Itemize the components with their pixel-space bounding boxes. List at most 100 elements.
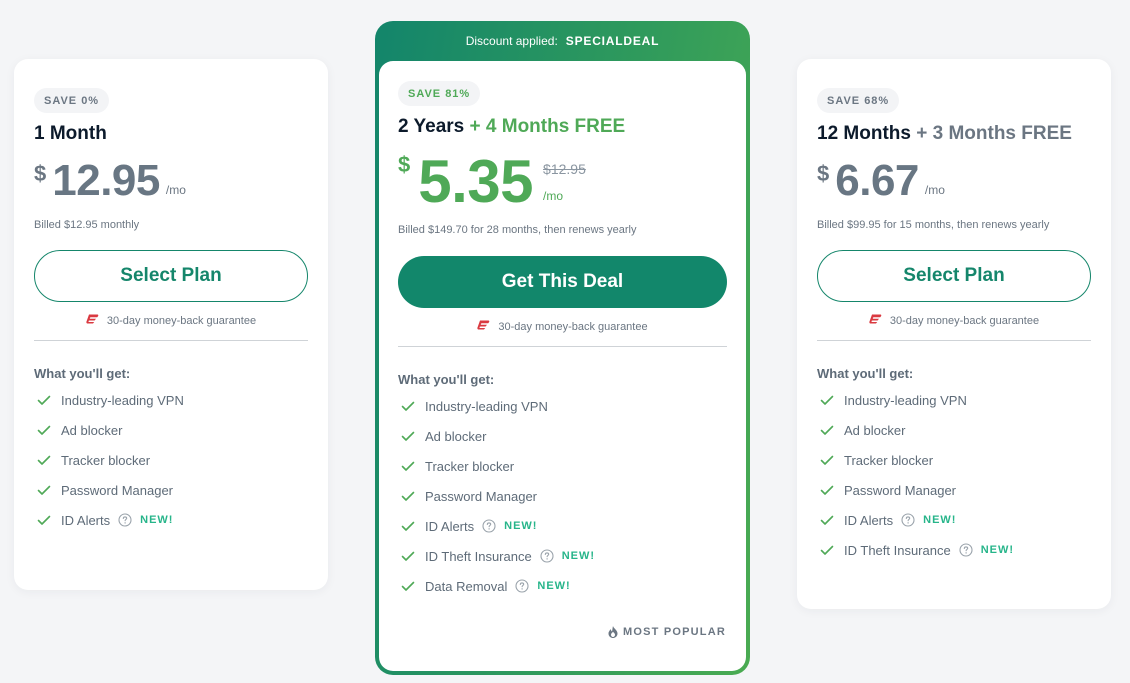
features-heading: What you'll get:: [398, 372, 495, 387]
feature-list: Industry-leading VPN Ad blocker Tracker bl…: [398, 391, 727, 601]
price: $ 6.67 /mo: [817, 159, 1091, 209]
new-badge: NEW!: [923, 514, 957, 526]
feature-item: ID Theft Insurance NEW!: [398, 541, 727, 571]
price-period: /mo: [924, 183, 945, 197]
guarantee-text: 30-day money-back guarantee: [889, 314, 1040, 327]
divider: [817, 340, 1091, 341]
check-icon: [820, 425, 834, 435]
feature-label: Password Manager: [61, 482, 173, 498]
get-this-deal-button[interactable]: Get This Deal: [398, 256, 727, 308]
discount-code: SPECIALDEAL: [565, 34, 660, 48]
feature-label: Password Manager: [844, 482, 956, 498]
billing-note: Billed $12.95 monthly: [34, 219, 140, 231]
price-amount: 6.67: [835, 156, 919, 205]
check-icon: [37, 485, 51, 495]
money-back-guarantee: 30-day money-back guarantee: [398, 320, 727, 333]
select-plan-button[interactable]: Select Plan: [34, 250, 308, 302]
save-badge: SAVE 0%: [34, 88, 110, 113]
feature-item: ID Alerts NEW!: [817, 505, 1091, 535]
feature-item: ID Alerts NEW!: [398, 511, 727, 541]
price: $ 5.35 $12.95 /mo: [398, 152, 727, 214]
guarantee-logo-icon: [477, 320, 490, 333]
feature-item: Password Manager: [34, 475, 308, 505]
feature-item: Ad blocker: [817, 415, 1091, 445]
select-plan-button[interactable]: Select Plan: [817, 250, 1091, 302]
discount-label: Discount applied:: [465, 34, 558, 48]
feature-label: Password Manager: [425, 488, 537, 504]
help-icon[interactable]: [482, 519, 496, 533]
new-badge: NEW!: [980, 544, 1015, 556]
help-icon[interactable]: [515, 579, 529, 593]
feature-item: Ad blocker: [34, 415, 308, 445]
feature-label: Industry-leading VPN: [844, 392, 967, 408]
plan-title: 1 Month: [34, 123, 308, 145]
check-icon: [401, 551, 415, 561]
feature-label: ID Alerts: [61, 512, 111, 528]
help-icon[interactable]: [118, 513, 132, 527]
feature-label: Industry-leading VPN: [61, 392, 184, 408]
feature-item: Industry-leading VPN: [817, 385, 1091, 415]
guarantee-text: 30-day money-back guarantee: [498, 320, 648, 333]
check-icon: [401, 581, 415, 591]
feature-item: Password Manager: [398, 481, 727, 511]
price-period: /mo: [543, 189, 564, 203]
feature-label: ID Theft Insurance: [425, 548, 532, 564]
money-back-guarantee: 30-day money-back guarantee: [34, 314, 308, 327]
help-icon[interactable]: [540, 549, 554, 563]
new-badge: NEW!: [561, 550, 596, 562]
guarantee-text: 30-day money-back guarantee: [106, 314, 257, 327]
original-price: $12.95: [543, 161, 586, 177]
check-icon: [401, 431, 415, 441]
feature-label: ID Theft Insurance: [844, 542, 951, 558]
check-icon: [401, 461, 415, 471]
plan-duration: 1 Month: [34, 123, 107, 144]
check-icon: [37, 455, 51, 465]
feature-item: ID Theft Insurance NEW!: [817, 535, 1091, 565]
feature-label: Tracker blocker: [61, 452, 151, 468]
check-icon: [401, 521, 415, 531]
check-icon: [820, 515, 834, 525]
check-icon: [820, 545, 834, 555]
plan-duration: 12 Months: [817, 123, 911, 144]
money-back-guarantee: 30-day money-back guarantee: [817, 314, 1091, 327]
feature-item: Data Removal NEW!: [398, 571, 727, 601]
help-icon[interactable]: [959, 543, 973, 557]
guarantee-logo-icon: [86, 314, 99, 327]
feature-label: Industry-leading VPN: [425, 398, 548, 414]
currency-symbol: $: [817, 161, 830, 186]
billing-note: Billed $149.70 for 28 months, then renew…: [398, 224, 637, 236]
feature-item: Tracker blocker: [398, 451, 727, 481]
features-heading: What you'll get:: [817, 366, 914, 381]
feature-label: Tracker blocker: [425, 458, 515, 474]
feature-item: Industry-leading VPN: [398, 391, 727, 421]
new-badge: NEW!: [504, 520, 538, 532]
price-period: /mo: [165, 183, 186, 197]
currency-symbol: $: [34, 161, 47, 186]
save-badge: SAVE 68%: [817, 88, 900, 113]
guarantee-logo-icon: [869, 314, 882, 327]
most-popular-label: MOST POPULAR: [608, 626, 726, 638]
check-icon: [37, 515, 51, 525]
most-popular-text: MOST POPULAR: [622, 626, 726, 638]
plan-card-monthly: SAVE 0% 1 Month $ 12.95 /mo Billed $12.9…: [14, 59, 328, 590]
feature-item: ID Alerts NEW!: [34, 505, 308, 535]
check-icon: [401, 401, 415, 411]
price: $ 12.95 /mo: [34, 159, 308, 209]
feature-item: Ad blocker: [398, 421, 727, 451]
feature-label: Tracker blocker: [844, 452, 934, 468]
features-heading: What you'll get:: [34, 366, 131, 381]
feature-label: Data Removal: [425, 578, 508, 594]
feature-item: Tracker blocker: [34, 445, 308, 475]
check-icon: [401, 491, 415, 501]
discount-banner: Discount applied: SPECIALDEAL: [375, 21, 750, 61]
new-badge: NEW!: [140, 514, 174, 526]
help-icon[interactable]: [901, 513, 915, 527]
feature-label: Ad blocker: [844, 422, 906, 438]
divider: [398, 346, 727, 347]
feature-label: ID Alerts: [844, 512, 894, 528]
feature-item: Tracker blocker: [817, 445, 1091, 475]
currency-symbol: $: [398, 152, 411, 177]
price-amount: 5.35: [418, 148, 534, 215]
plan-bonus: + 4 Months FREE: [469, 116, 626, 137]
check-icon: [37, 425, 51, 435]
